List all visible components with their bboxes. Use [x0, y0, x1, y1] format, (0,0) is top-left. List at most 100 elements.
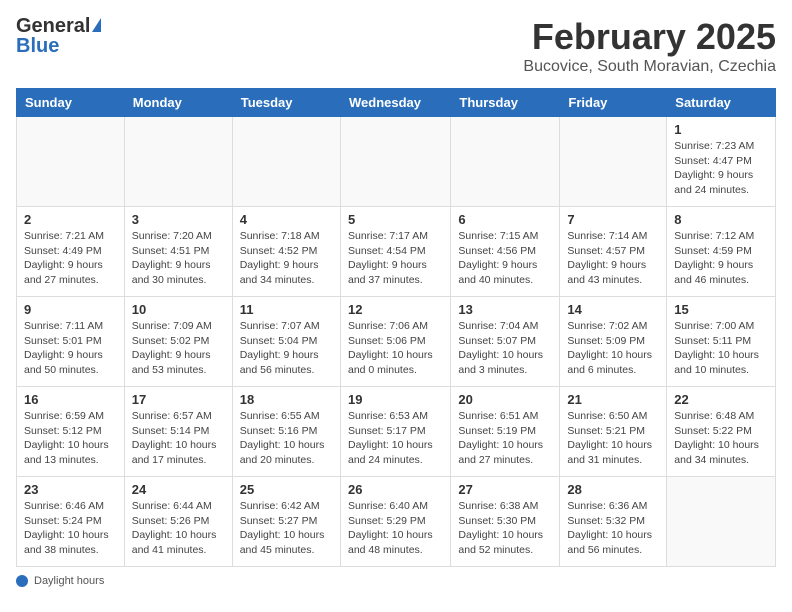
day-detail: Sunrise: 7:14 AM Sunset: 4:57 PM Dayligh… — [567, 229, 659, 288]
calendar-cell: 2 Sunrise: 7:21 AM Sunset: 4:49 PM Daylig… — [17, 207, 125, 297]
calendar-cell: 25 Sunrise: 6:42 AM Sunset: 5:27 PM Dayli… — [232, 477, 340, 567]
day-number: 24 — [132, 482, 225, 497]
day-number: 13 — [458, 302, 552, 317]
day-number: 25 — [240, 482, 333, 497]
day-number: 14 — [567, 302, 659, 317]
calendar-week-3: 9 Sunrise: 7:11 AM Sunset: 5:01 PM Daylig… — [17, 297, 776, 387]
day-detail: Sunrise: 7:18 AM Sunset: 4:52 PM Dayligh… — [240, 229, 333, 288]
day-detail: Sunrise: 6:44 AM Sunset: 5:26 PM Dayligh… — [132, 499, 225, 558]
day-detail: Sunrise: 6:46 AM Sunset: 5:24 PM Dayligh… — [24, 499, 117, 558]
calendar-cell — [560, 117, 667, 207]
day-detail: Sunrise: 7:04 AM Sunset: 5:07 PM Dayligh… — [458, 319, 552, 378]
day-detail: Sunrise: 7:02 AM Sunset: 5:09 PM Dayligh… — [567, 319, 659, 378]
calendar-table: SundayMondayTuesdayWednesdayThursdayFrid… — [16, 88, 776, 567]
day-number: 9 — [24, 302, 117, 317]
day-number: 3 — [132, 212, 225, 227]
calendar-cell: 3 Sunrise: 7:20 AM Sunset: 4:51 PM Daylig… — [124, 207, 232, 297]
calendar-cell — [451, 117, 560, 207]
day-detail: Sunrise: 6:38 AM Sunset: 5:30 PM Dayligh… — [458, 499, 552, 558]
day-number: 18 — [240, 392, 333, 407]
daylight-legend-label: Daylight hours — [34, 575, 104, 587]
calendar-cell: 18Sunrise: 6:55 AM Sunset: 5:16 PM Dayli… — [232, 387, 340, 477]
calendar-week-4: 16 Sunrise: 6:59 AM Sunset: 5:12 PM Dayli… — [17, 387, 776, 477]
day-number: 22 — [674, 392, 768, 407]
day-number: 8 — [674, 212, 768, 227]
calendar-cell: 19 Sunrise: 6:53 AM Sunset: 5:17 PM Dayli… — [340, 387, 450, 477]
calendar-cell: 10 Sunrise: 7:09 AM Sunset: 5:02 PM Dayli… — [124, 297, 232, 387]
day-number: 10 — [132, 302, 225, 317]
day-number: 15 — [674, 302, 768, 317]
day-number: 7 — [567, 212, 659, 227]
day-number: 16 — [24, 392, 117, 407]
daylight-legend-dot — [16, 575, 28, 587]
day-detail: Sunrise: 7:09 AM Sunset: 5:02 PM Dayligh… — [132, 319, 225, 378]
calendar-cell: 22Sunrise: 6:48 AM Sunset: 5:22 PM Dayli… — [667, 387, 776, 477]
calendar-cell: 24 Sunrise: 6:44 AM Sunset: 5:26 PM Dayli… — [124, 477, 232, 567]
calendar-header-tuesday: Tuesday — [232, 89, 340, 117]
calendar-cell: 13 Sunrise: 7:04 AM Sunset: 5:07 PM Dayli… — [451, 297, 560, 387]
calendar-header-saturday: Saturday — [667, 89, 776, 117]
day-detail: Sunrise: 7:07 AM Sunset: 5:04 PM Dayligh… — [240, 319, 333, 378]
day-detail: Sunrise: 7:15 AM Sunset: 4:56 PM Dayligh… — [458, 229, 552, 288]
logo-triangle-icon — [92, 18, 101, 32]
calendar-header-sunday: Sunday — [17, 89, 125, 117]
calendar-week-2: 2 Sunrise: 7:21 AM Sunset: 4:49 PM Daylig… — [17, 207, 776, 297]
day-detail: Sunrise: 7:21 AM Sunset: 4:49 PM Dayligh… — [24, 229, 117, 288]
calendar-cell: 15 Sunrise: 7:00 AM Sunset: 5:11 PM Dayli… — [667, 297, 776, 387]
footer: Daylight hours — [16, 575, 776, 587]
calendar-header-monday: Monday — [124, 89, 232, 117]
calendar-cell: 6 Sunrise: 7:15 AM Sunset: 4:56 PM Daylig… — [451, 207, 560, 297]
calendar-cell: 12 Sunrise: 7:06 AM Sunset: 5:06 PM Dayli… — [340, 297, 450, 387]
calendar-cell: 27 Sunrise: 6:38 AM Sunset: 5:30 PM Dayli… — [451, 477, 560, 567]
logo: General Blue — [16, 16, 101, 56]
day-detail: Sunrise: 6:51 AM Sunset: 5:19 PM Dayligh… — [458, 409, 552, 468]
day-number: 12 — [348, 302, 443, 317]
calendar-cell: 20Sunrise: 6:51 AM Sunset: 5:19 PM Dayli… — [451, 387, 560, 477]
calendar-cell — [124, 117, 232, 207]
calendar-cell — [232, 117, 340, 207]
calendar-cell: 9 Sunrise: 7:11 AM Sunset: 5:01 PM Daylig… — [17, 297, 125, 387]
header: General Blue February 2025 Bucovice, Sou… — [16, 16, 776, 76]
calendar-cell: 14 Sunrise: 7:02 AM Sunset: 5:09 PM Dayli… — [560, 297, 667, 387]
calendar-cell: 23 Sunrise: 6:46 AM Sunset: 5:24 PM Dayli… — [17, 477, 125, 567]
calendar-week-1: 1Sunrise: 7:23 AM Sunset: 4:47 PM Daylig… — [17, 117, 776, 207]
day-number: 23 — [24, 482, 117, 497]
calendar-header-friday: Friday — [560, 89, 667, 117]
logo-blue-text: Blue — [16, 36, 59, 56]
day-detail: Sunrise: 6:57 AM Sunset: 5:14 PM Dayligh… — [132, 409, 225, 468]
day-detail: Sunrise: 7:12 AM Sunset: 4:59 PM Dayligh… — [674, 229, 768, 288]
day-detail: Sunrise: 7:00 AM Sunset: 5:11 PM Dayligh… — [674, 319, 768, 378]
day-detail: Sunrise: 7:11 AM Sunset: 5:01 PM Dayligh… — [24, 319, 117, 378]
calendar-week-5: 23 Sunrise: 6:46 AM Sunset: 5:24 PM Dayli… — [17, 477, 776, 567]
calendar-cell: 28Sunrise: 6:36 AM Sunset: 5:32 PM Dayli… — [560, 477, 667, 567]
calendar-cell: 5Sunrise: 7:17 AM Sunset: 4:54 PM Daylig… — [340, 207, 450, 297]
day-detail: Sunrise: 6:50 AM Sunset: 5:21 PM Dayligh… — [567, 409, 659, 468]
day-detail: Sunrise: 6:36 AM Sunset: 5:32 PM Dayligh… — [567, 499, 659, 558]
calendar-cell: 4 Sunrise: 7:18 AM Sunset: 4:52 PM Daylig… — [232, 207, 340, 297]
day-number: 4 — [240, 212, 333, 227]
day-number: 17 — [132, 392, 225, 407]
calendar-cell: 11Sunrise: 7:07 AM Sunset: 5:04 PM Dayli… — [232, 297, 340, 387]
day-number: 1 — [674, 122, 768, 137]
day-number: 19 — [348, 392, 443, 407]
day-detail: Sunrise: 6:59 AM Sunset: 5:12 PM Dayligh… — [24, 409, 117, 468]
logo-general-text: General — [16, 16, 90, 36]
calendar-cell: 16 Sunrise: 6:59 AM Sunset: 5:12 PM Dayli… — [17, 387, 125, 477]
calendar-cell: 7 Sunrise: 7:14 AM Sunset: 4:57 PM Daylig… — [560, 207, 667, 297]
day-number: 21 — [567, 392, 659, 407]
day-number: 27 — [458, 482, 552, 497]
day-detail: Sunrise: 6:40 AM Sunset: 5:29 PM Dayligh… — [348, 499, 443, 558]
day-number: 2 — [24, 212, 117, 227]
calendar-cell — [340, 117, 450, 207]
calendar-cell: 1Sunrise: 7:23 AM Sunset: 4:47 PM Daylig… — [667, 117, 776, 207]
day-detail: Sunrise: 6:53 AM Sunset: 5:17 PM Dayligh… — [348, 409, 443, 468]
day-detail: Sunrise: 6:42 AM Sunset: 5:27 PM Dayligh… — [240, 499, 333, 558]
day-detail: Sunrise: 7:20 AM Sunset: 4:51 PM Dayligh… — [132, 229, 225, 288]
calendar-cell: 17 Sunrise: 6:57 AM Sunset: 5:14 PM Dayli… — [124, 387, 232, 477]
day-number: 5 — [348, 212, 443, 227]
location-title: Bucovice, South Moravian, Czechia — [523, 58, 776, 76]
day-number: 6 — [458, 212, 552, 227]
day-detail: Sunrise: 7:06 AM Sunset: 5:06 PM Dayligh… — [348, 319, 443, 378]
calendar-header-row: SundayMondayTuesdayWednesdayThursdayFrid… — [17, 89, 776, 117]
calendar-header-thursday: Thursday — [451, 89, 560, 117]
